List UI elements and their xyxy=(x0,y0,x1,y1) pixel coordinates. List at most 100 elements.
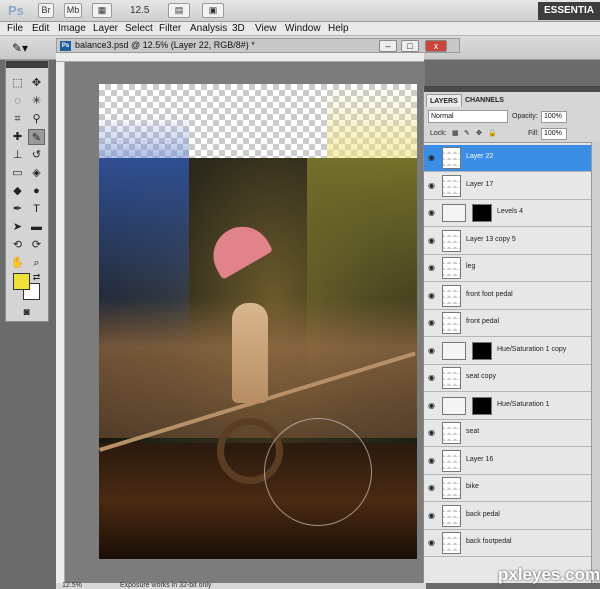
document-tab[interactable]: Ps balance3.psd @ 12.5% (Layer 22, RGB/8… xyxy=(56,38,460,53)
layer-row[interactable]: ◉ Layer 17 xyxy=(424,172,591,200)
layer-name[interactable]: Layer 16 xyxy=(466,456,493,463)
maximize-button[interactable]: □ xyxy=(401,40,419,52)
layer-name[interactable]: back footpedal xyxy=(466,538,512,545)
screen-mode-button[interactable]: ▣ xyxy=(202,3,224,18)
layer-row[interactable]: ◉ seat copy xyxy=(424,365,591,392)
layer-row[interactable]: ◉ seat xyxy=(424,420,591,447)
vertical-ruler[interactable] xyxy=(56,62,65,583)
opacity-field[interactable]: 100% xyxy=(541,111,567,123)
layer-thumbnail[interactable] xyxy=(442,477,461,499)
layer-name[interactable]: seat xyxy=(466,428,479,435)
tab-channels[interactable]: CHANNELS xyxy=(462,94,507,107)
shape-tool-icon[interactable]: ▬ xyxy=(28,219,45,235)
visibility-eye-icon[interactable]: ◉ xyxy=(428,428,437,437)
layer-thumbnail[interactable] xyxy=(442,532,461,554)
layer-thumbnail[interactable] xyxy=(442,367,461,389)
hand-tool-icon[interactable]: ✋ xyxy=(9,255,26,271)
visibility-eye-icon[interactable]: ◉ xyxy=(428,511,437,520)
menu-layer[interactable]: Layer xyxy=(93,23,118,34)
magic-wand-icon[interactable]: ✳ xyxy=(28,93,45,109)
adjustment-thumbnail[interactable] xyxy=(442,396,466,415)
visibility-eye-icon[interactable]: ◉ xyxy=(428,291,437,300)
layer-row[interactable]: ◉ bike xyxy=(424,475,591,502)
tab-layers[interactable]: LAYERS xyxy=(426,94,462,107)
layer-thumbnail[interactable] xyxy=(442,422,461,444)
close-button[interactable]: x xyxy=(425,40,447,52)
menu-image[interactable]: Image xyxy=(58,23,86,34)
move-tool-icon[interactable]: ✥ xyxy=(28,75,45,91)
menu-help[interactable]: Help xyxy=(328,23,349,34)
layer-name[interactable]: front foot pedal xyxy=(466,291,513,298)
menu-analysis[interactable]: Analysis xyxy=(190,23,227,34)
layer-row[interactable]: ◉ Layer 22 xyxy=(424,145,591,172)
history-brush-icon[interactable]: ↺ xyxy=(28,147,45,163)
horizontal-ruler[interactable] xyxy=(56,53,424,62)
menu-filter[interactable]: Filter xyxy=(159,23,181,34)
layers-scrollbar[interactable] xyxy=(591,142,600,583)
layer-thumbnail[interactable] xyxy=(442,504,461,527)
visibility-eye-icon[interactable]: ◉ xyxy=(428,401,437,410)
layer-row[interactable]: ◉ front pedal xyxy=(424,310,591,337)
menu-select[interactable]: Select xyxy=(125,23,153,34)
lock-transparency-icon[interactable]: ▦ xyxy=(452,129,459,137)
layer-thumbnail[interactable] xyxy=(442,174,461,197)
mini-bridge-button[interactable]: Mb xyxy=(64,3,82,18)
dodge-tool-icon[interactable]: ● xyxy=(28,183,45,199)
visibility-eye-icon[interactable]: ◉ xyxy=(428,181,437,190)
eyedropper-icon[interactable]: ⚲ xyxy=(28,111,45,127)
document-canvas[interactable] xyxy=(99,84,417,559)
menu-edit[interactable]: Edit xyxy=(32,23,49,34)
layer-name[interactable]: seat copy xyxy=(466,373,496,380)
view-extras-button[interactable]: ▦ xyxy=(92,3,112,18)
brush-preset-icon[interactable]: ✎▾ xyxy=(12,41,28,55)
menu-view[interactable]: View xyxy=(255,23,277,34)
layer-row[interactable]: ◉ Levels 4 xyxy=(424,200,591,227)
layer-mask-thumbnail[interactable] xyxy=(472,341,492,360)
layer-thumbnail[interactable] xyxy=(442,449,461,472)
layer-row[interactable]: ◉ leg xyxy=(424,255,591,282)
path-selection-icon[interactable]: ➤ xyxy=(9,219,26,235)
layer-name[interactable]: Hue/Saturation 1 xyxy=(497,401,550,408)
lock-image-icon[interactable]: ✎ xyxy=(464,129,470,137)
blur-tool-icon[interactable]: ◆ xyxy=(9,183,26,199)
minimize-button[interactable]: – xyxy=(379,40,397,52)
layer-name[interactable]: bike xyxy=(466,483,479,490)
layer-name[interactable]: Hue/Saturation 1 copy xyxy=(497,346,566,353)
visibility-eye-icon[interactable]: ◉ xyxy=(428,236,437,245)
menu-window[interactable]: Window xyxy=(285,23,321,34)
pen-tool-icon[interactable]: ✒ xyxy=(9,201,26,217)
layer-name[interactable]: back pedal xyxy=(466,511,500,518)
visibility-eye-icon[interactable]: ◉ xyxy=(428,263,437,272)
brush-tool-icon[interactable]: ✎ xyxy=(28,129,45,145)
fill-field[interactable]: 100% xyxy=(541,128,567,140)
layer-row[interactable]: ◉ Hue/Saturation 1 xyxy=(424,392,591,420)
visibility-eye-icon[interactable]: ◉ xyxy=(428,346,437,355)
rectangular-marquee-icon[interactable]: ⬚ xyxy=(9,75,26,91)
layer-row[interactable]: ◉ back footpedal xyxy=(424,530,591,557)
layer-row[interactable]: ◉ Layer 16 xyxy=(424,447,591,475)
workspace-switcher[interactable]: ESSENTIA xyxy=(537,2,600,20)
visibility-eye-icon[interactable]: ◉ xyxy=(428,483,437,492)
bridge-button[interactable]: Br xyxy=(38,3,54,18)
status-zoom[interactable]: 12.5% xyxy=(62,582,82,589)
type-tool-icon[interactable]: T xyxy=(28,201,45,217)
quick-mask-icon[interactable]: ◙ xyxy=(18,305,35,321)
layer-name[interactable]: Levels 4 xyxy=(497,208,523,215)
paint-bucket-icon[interactable]: ◈ xyxy=(28,165,45,181)
clone-stamp-icon[interactable]: ⊥ xyxy=(9,147,26,163)
layer-name[interactable]: leg xyxy=(466,263,475,270)
lock-all-icon[interactable]: 🔒 xyxy=(488,129,497,137)
3d-rotate-icon[interactable]: ⟲ xyxy=(9,237,26,253)
swap-colors-icon[interactable]: ⇄ xyxy=(28,269,45,285)
visibility-eye-icon[interactable]: ◉ xyxy=(428,153,437,162)
layer-thumbnail[interactable] xyxy=(442,229,461,252)
layer-name[interactable]: Layer 13 copy 5 xyxy=(466,236,516,243)
visibility-eye-icon[interactable]: ◉ xyxy=(428,373,437,382)
visibility-eye-icon[interactable]: ◉ xyxy=(428,208,437,217)
visibility-eye-icon[interactable]: ◉ xyxy=(428,318,437,327)
layer-name[interactable]: front pedal xyxy=(466,318,499,325)
layer-mask-thumbnail[interactable] xyxy=(472,396,492,415)
crop-tool-icon[interactable]: ⌗ xyxy=(9,111,26,127)
menu-file[interactable]: File xyxy=(7,23,23,34)
layer-name[interactable]: Layer 17 xyxy=(466,181,493,188)
